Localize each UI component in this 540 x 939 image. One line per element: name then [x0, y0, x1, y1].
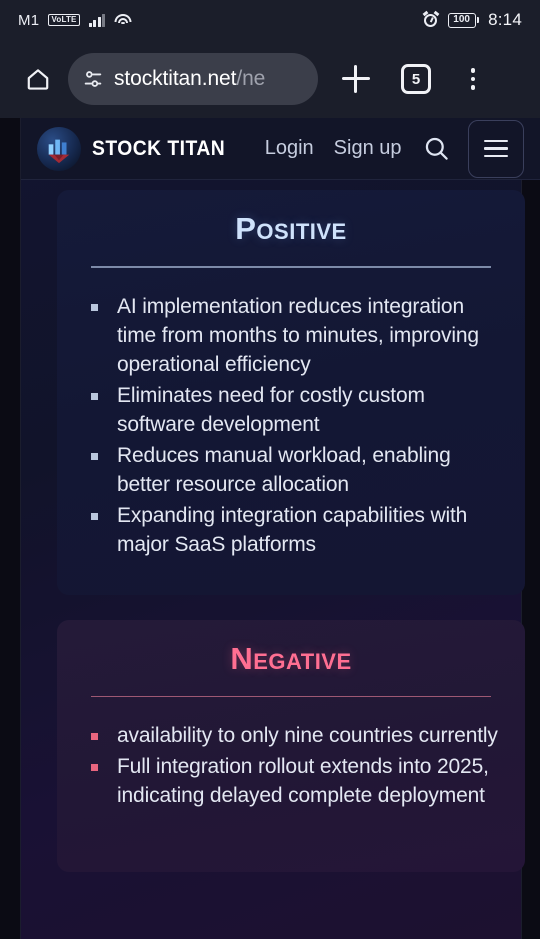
home-icon [27, 69, 49, 90]
hamburger-menu-button[interactable] [467, 119, 524, 178]
tab-count-badge: 5 [401, 64, 431, 94]
positive-card-title: Positive [235, 211, 347, 246]
sentiment-cards: Positive AI implementation reduces integ… [57, 190, 525, 873]
wifi-icon [114, 13, 132, 27]
hamburger-menu-icon [483, 139, 508, 143]
battery-icon: 100 [447, 12, 480, 28]
list-item: availability to only nine countries curr… [91, 721, 499, 750]
search-button[interactable] [420, 132, 454, 166]
browser-menu-button[interactable] [452, 55, 494, 103]
page-viewport: STOCK TITAN Login Sign up Positive AI im… [0, 118, 540, 939]
list-item: Expanding integration capabilities with … [91, 501, 499, 559]
url-host: stocktitan.net [114, 67, 237, 90]
new-tab-button[interactable] [332, 55, 380, 103]
home-button[interactable] [16, 57, 60, 101]
stock-titan-logo-icon [37, 126, 81, 171]
status-bar-left: M1 VoLTE [18, 11, 132, 29]
list-item: AI implementation reduces integration ti… [91, 292, 499, 379]
header-nav: Login Sign up [265, 137, 402, 160]
positive-card-divider [91, 266, 491, 268]
negative-card-divider [91, 695, 491, 698]
negative-card-title: Negative [230, 640, 352, 676]
three-dot-menu-icon [470, 68, 476, 73]
volte-badge: VoLTE [48, 14, 80, 26]
plus-icon [342, 65, 370, 93]
brand-name: STOCK TITAN [92, 136, 226, 160]
signal-bars-icon [88, 13, 106, 27]
url-path: /ne [236, 67, 266, 90]
alarm-clock-icon [422, 10, 440, 28]
url-text: stocktitan.net/ne [114, 67, 265, 91]
list-item: Full integration rollout extends into 20… [91, 752, 499, 810]
clock-label: 8:14 [488, 10, 522, 29]
browser-toolbar: stocktitan.net/ne 5 [0, 40, 540, 118]
search-icon [425, 137, 448, 160]
site-header: STOCK TITAN Login Sign up [21, 118, 540, 180]
brand[interactable]: STOCK TITAN [37, 126, 237, 171]
negative-card: Negative availability to only nine count… [57, 619, 525, 873]
signup-link[interactable]: Sign up [334, 137, 402, 160]
positive-bullet-list: AI implementation reduces integration ti… [91, 292, 499, 559]
login-link[interactable]: Login [265, 137, 314, 160]
carrier-label: M1 [18, 11, 40, 29]
negative-bullet-list: availability to only nine countries curr… [91, 721, 499, 810]
status-bar: M1 VoLTE 100 8:14 [0, 0, 540, 40]
status-bar-right: 100 8:14 [422, 10, 522, 30]
page-content: STOCK TITAN Login Sign up Positive AI im… [21, 118, 540, 939]
tune-icon [84, 71, 102, 87]
positive-card: Positive AI implementation reduces integ… [57, 190, 525, 595]
list-item: Reduces manual workload, enabling better… [91, 441, 499, 499]
tab-switcher-button[interactable]: 5 [392, 55, 440, 103]
battery-level-label: 100 [453, 14, 470, 25]
list-item: Eliminates need for costly custom softwa… [91, 381, 499, 439]
url-bar[interactable]: stocktitan.net/ne [68, 53, 318, 105]
